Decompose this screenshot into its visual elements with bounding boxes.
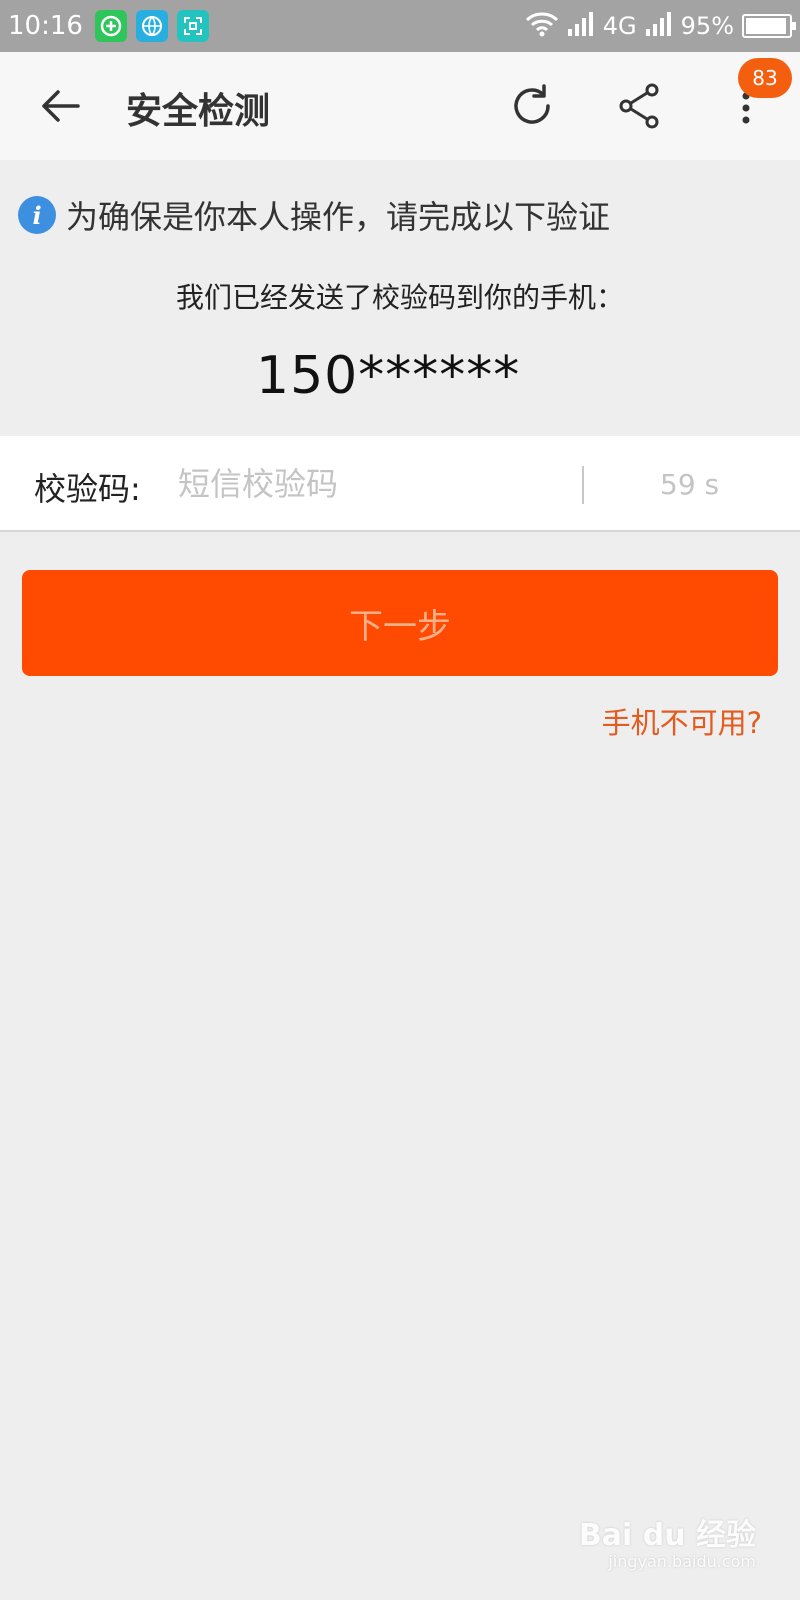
- battery-icon: [742, 14, 796, 38]
- network-type: 4G: [602, 12, 637, 40]
- code-sent-text: 我们已经发送了校验码到你的手机：: [175, 281, 624, 314]
- sms-code-input[interactable]: [178, 458, 568, 510]
- info-icon: i: [18, 196, 56, 234]
- status-bar: 10:16 4G 95%: [0, 0, 800, 52]
- top-toolbar: 安全检测 83: [0, 52, 800, 160]
- wifi-icon: [525, 11, 559, 41]
- next-step-button[interactable]: 下一步: [22, 570, 778, 676]
- masked-phone-number: 150******: [256, 346, 521, 406]
- signal-icon: [567, 11, 595, 41]
- watermark-logo: Bai du 经验: [578, 1518, 756, 1553]
- resend-countdown: 59 s: [660, 468, 720, 501]
- watermark-url: jingyan.baidu.com: [608, 1552, 756, 1571]
- refresh-icon[interactable]: [508, 82, 556, 130]
- plus-circle-icon: [94, 10, 127, 42]
- signal-icon-2: [645, 11, 673, 41]
- share-icon[interactable]: [616, 82, 664, 130]
- status-time: 10:16: [8, 11, 83, 41]
- input-divider: [582, 466, 584, 504]
- status-indicators: 4G 95%: [525, 11, 796, 41]
- basketball-icon: [135, 10, 168, 42]
- battery-percent: 95%: [680, 12, 734, 40]
- verification-notice: i 为确保是你本人操作，请完成以下验证: [18, 192, 610, 238]
- code-input-row: 校验码: 59 s: [0, 436, 800, 532]
- code-label: 校验码:: [34, 470, 141, 508]
- scan-icon: [176, 10, 209, 42]
- notice-text: 为确保是你本人操作，请完成以下验证: [66, 198, 611, 236]
- back-arrow-icon[interactable]: [38, 88, 82, 124]
- page-title: 安全检测: [126, 91, 271, 132]
- phone-unavailable-link[interactable]: 手机不可用?: [602, 700, 762, 742]
- notification-badge: 83: [738, 58, 792, 98]
